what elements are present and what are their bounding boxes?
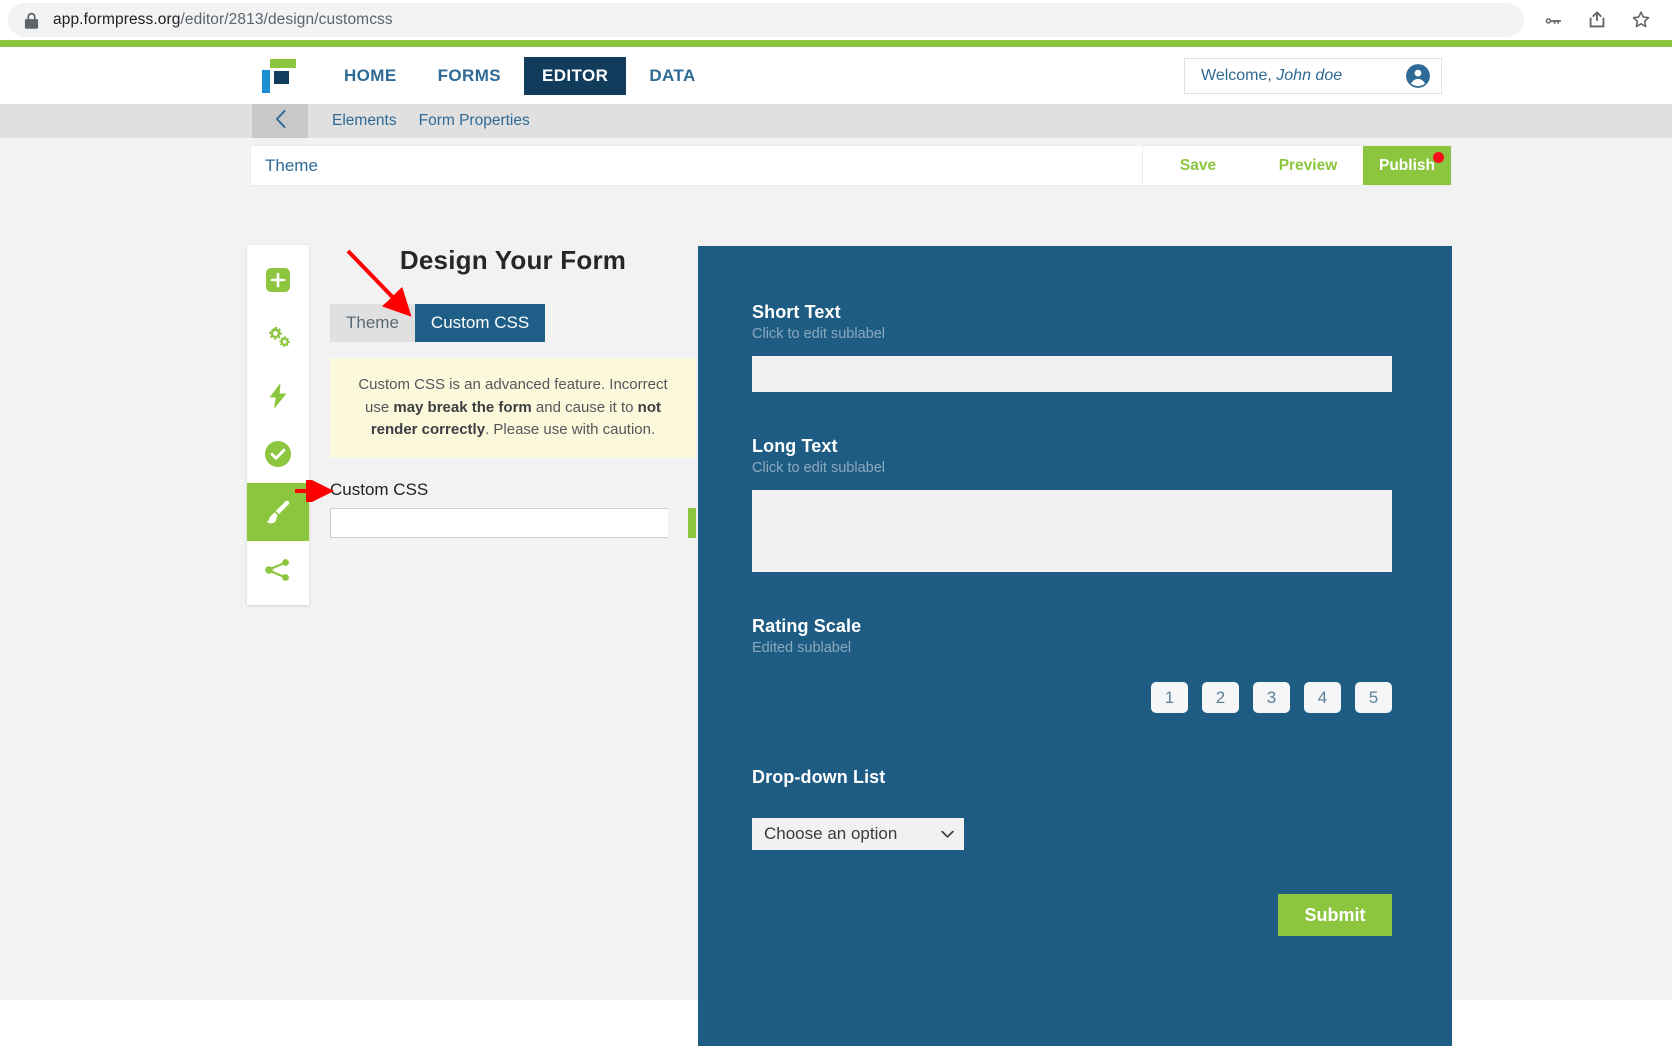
design-tabs: Theme Custom CSS xyxy=(330,304,696,342)
add-element-icon xyxy=(265,267,291,293)
settings-gears-icon xyxy=(263,325,293,351)
warning-part3: . Please use with caution. xyxy=(485,421,656,438)
rating-option[interactable]: 1 xyxy=(1151,682,1188,713)
back-button[interactable] xyxy=(252,104,308,138)
rating-options: 1 2 3 4 5 xyxy=(752,682,1392,713)
form-field-long-text: Long Text Click to edit sublabel xyxy=(752,436,1398,572)
editor-subnav: Elements Form Properties xyxy=(0,104,1672,138)
tab-custom-css[interactable]: Custom CSS xyxy=(414,304,546,342)
rail-item-design[interactable] xyxy=(247,483,309,541)
nav-item-home[interactable]: HOME xyxy=(326,57,415,95)
rating-option[interactable]: 3 xyxy=(1253,682,1290,713)
share-icon[interactable] xyxy=(1586,9,1608,31)
subnav-links: Elements Form Properties xyxy=(308,104,530,138)
unsaved-changes-dot-icon xyxy=(1433,152,1444,163)
address-bar[interactable]: app.formpress.org/editor/2813/design/cus… xyxy=(8,3,1524,37)
submit-button[interactable]: Submit xyxy=(1278,894,1392,936)
account-circle-icon[interactable] xyxy=(1405,63,1431,89)
editor-toolbar: Theme Save Preview Publish xyxy=(250,145,1452,186)
password-key-icon[interactable] xyxy=(1542,9,1564,31)
nav-item-forms[interactable]: FORMS xyxy=(420,57,519,95)
panel-title: Design Your Form xyxy=(399,245,627,275)
formpress-app: HOME FORMS EDITOR DATA Welcome, John doe… xyxy=(0,47,1672,1046)
rating-option[interactable]: 4 xyxy=(1304,682,1341,713)
share-nodes-icon xyxy=(264,558,292,582)
design-panel: Design Your Form Theme Custom CSS Custom… xyxy=(330,245,696,538)
rail-item-integrations[interactable] xyxy=(247,367,309,425)
brand-accent-bar xyxy=(0,40,1672,47)
publish-label: Publish xyxy=(1379,156,1435,174)
rail-item-share[interactable] xyxy=(247,541,309,599)
long-text-textarea[interactable] xyxy=(752,490,1392,572)
bookmark-star-icon[interactable] xyxy=(1630,9,1652,31)
warning-part2: and cause it to xyxy=(531,398,638,416)
subnav-item-elements[interactable]: Elements xyxy=(332,112,397,130)
preview-button[interactable]: Preview xyxy=(1253,146,1363,185)
form-field-dropdown-list: Drop-down List Choose an option xyxy=(752,767,1398,850)
custom-css-input[interactable] xyxy=(330,507,668,538)
browser-chrome: app.formpress.org/editor/2813/design/cus… xyxy=(0,0,1672,40)
short-text-input[interactable] xyxy=(752,356,1392,392)
field-label[interactable]: Rating Scale xyxy=(752,616,1398,637)
tab-theme[interactable]: Theme xyxy=(330,304,415,342)
rating-option[interactable]: 5 xyxy=(1355,682,1392,713)
lock-icon xyxy=(24,12,39,29)
chevron-down-icon xyxy=(941,824,954,844)
subnav-item-form-properties[interactable]: Form Properties xyxy=(419,112,530,130)
integrations-bolt-icon xyxy=(266,382,290,410)
form-field-rating-scale: Rating Scale Edited sublabel 1 2 3 4 5 xyxy=(752,616,1398,713)
form-title-input[interactable]: Theme xyxy=(251,146,1143,185)
field-label[interactable]: Long Text xyxy=(752,436,1398,457)
url-text: app.formpress.org/editor/2813/design/cus… xyxy=(53,11,393,28)
rail-item-rules[interactable] xyxy=(247,425,309,483)
save-button[interactable]: Save xyxy=(1143,146,1253,185)
field-label[interactable]: Short Text xyxy=(752,302,1398,323)
custom-css-resize-handle[interactable] xyxy=(688,507,696,538)
rail-item-settings[interactable] xyxy=(247,309,309,367)
rules-check-icon xyxy=(264,440,292,468)
user-menu[interactable]: Welcome, John doe xyxy=(1184,58,1442,94)
field-label[interactable]: Drop-down List xyxy=(752,767,1398,788)
custom-css-field-label: Custom CSS xyxy=(330,479,429,499)
rail-item-add-element[interactable] xyxy=(247,251,309,309)
design-brush-icon xyxy=(264,498,292,526)
nav-item-editor[interactable]: EDITOR xyxy=(524,56,627,95)
custom-css-warning: Custom CSS is an advanced feature. Incor… xyxy=(330,358,696,458)
main-nav-links: HOME FORMS EDITOR DATA xyxy=(326,56,714,95)
field-sublabel[interactable]: Click to edit sublabel xyxy=(752,326,1398,342)
custom-css-input-wrap xyxy=(330,507,696,538)
formpress-logo[interactable] xyxy=(262,58,296,93)
form-field-short-text: Short Text Click to edit sublabel xyxy=(752,302,1398,392)
field-sublabel[interactable]: Click to edit sublabel xyxy=(752,460,1398,476)
browser-action-icons xyxy=(1524,9,1672,31)
top-navigation: HOME FORMS EDITOR DATA Welcome, John doe xyxy=(0,47,1672,104)
form-preview-canvas: Short Text Click to edit sublabel Long T… xyxy=(698,246,1452,1046)
editor-icon-rail xyxy=(247,245,309,605)
submit-row: Submit xyxy=(752,894,1392,936)
field-sublabel[interactable]: Edited sublabel xyxy=(752,640,1398,656)
chevron-left-icon xyxy=(274,109,287,134)
dropdown-selected-value: Choose an option xyxy=(764,824,898,843)
dropdown-select[interactable]: Choose an option xyxy=(752,818,964,850)
welcome-text: Welcome, John doe xyxy=(1201,67,1343,84)
warning-bold1: may break the form xyxy=(393,398,532,416)
rating-option[interactable]: 2 xyxy=(1202,682,1239,713)
form-title-value: Theme xyxy=(265,155,318,175)
nav-item-data[interactable]: DATA xyxy=(631,57,713,95)
publish-button[interactable]: Publish xyxy=(1363,146,1451,185)
